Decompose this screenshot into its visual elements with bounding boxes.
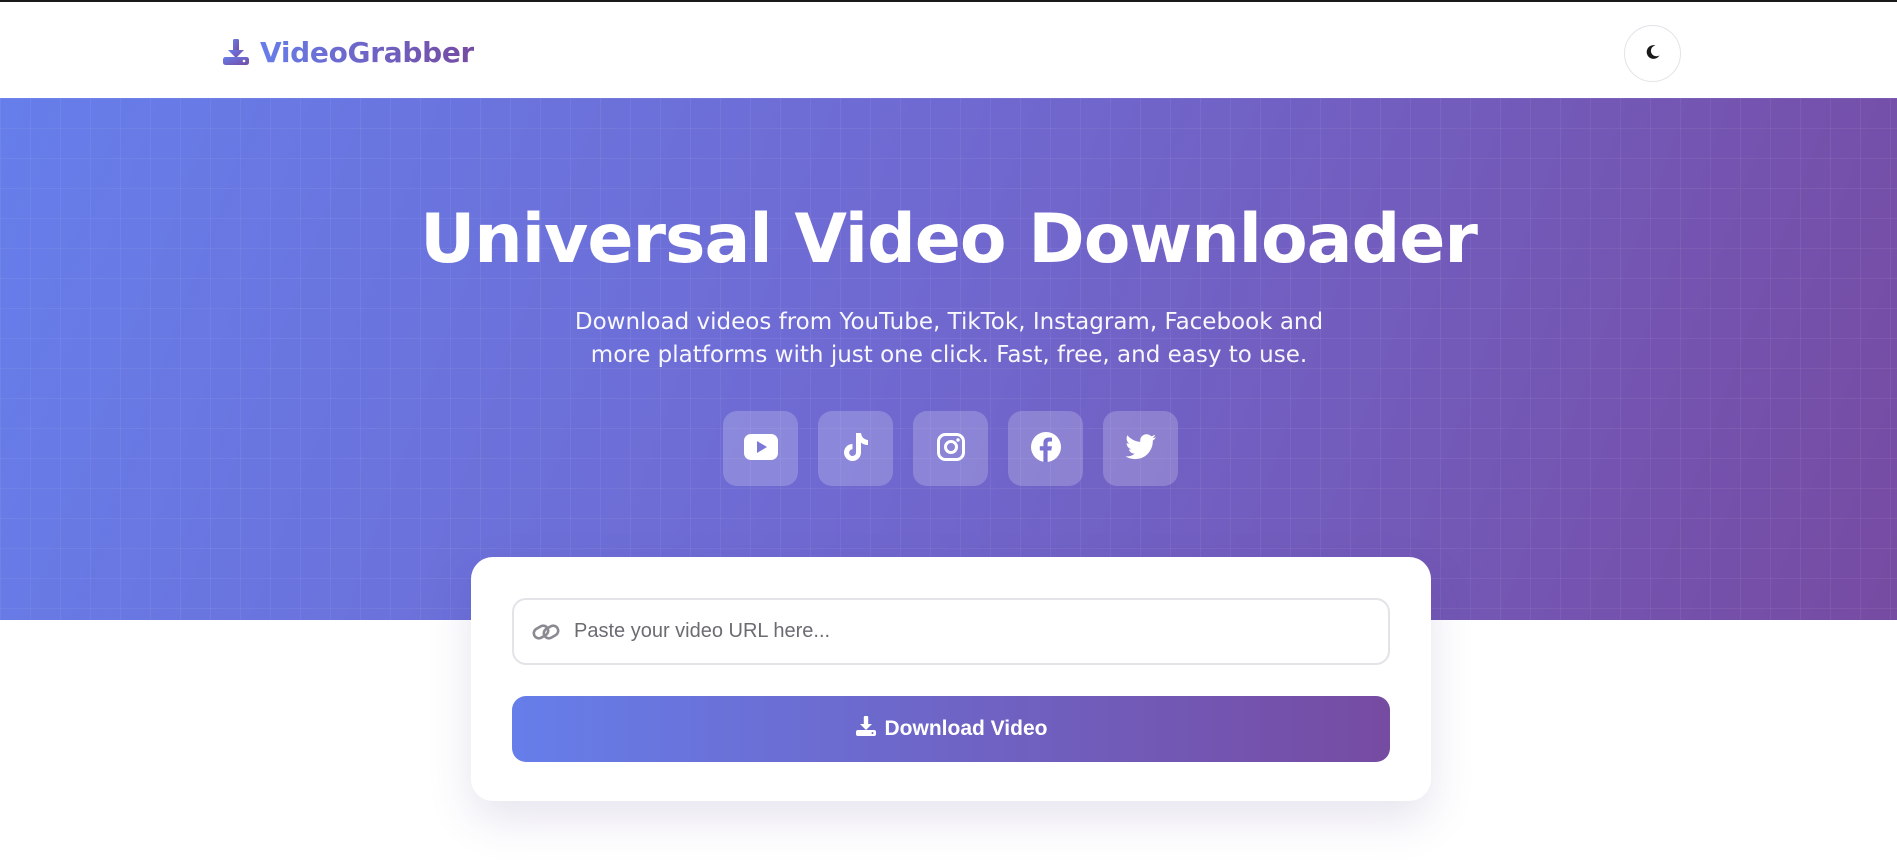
hero-section: Universal Video Downloader Download vide… — [0, 98, 1897, 620]
tiktok-icon — [841, 431, 871, 467]
download-icon — [220, 36, 252, 68]
brand-logo-link[interactable]: VideoGrabber — [220, 32, 474, 72]
platform-tiktok[interactable] — [818, 411, 893, 486]
facebook-icon — [1030, 431, 1062, 467]
moon-icon — [1645, 44, 1661, 63]
platform-facebook[interactable] — [1008, 411, 1083, 486]
hero-subtitle: Download videos from YouTube, TikTok, In… — [574, 309, 1324, 368]
youtube-icon — [743, 433, 778, 464]
hero-title: Universal Video Downloader — [420, 200, 1478, 279]
theme-toggle-button[interactable] — [1624, 25, 1681, 82]
platform-youtube[interactable] — [723, 411, 798, 486]
platform-instagram[interactable] — [913, 411, 988, 486]
url-field — [512, 598, 1390, 665]
navbar: VideoGrabber — [0, 2, 1897, 98]
download-form-card: Download Video — [471, 557, 1431, 801]
url-input[interactable] — [572, 600, 1372, 663]
brand-name: VideoGrabber — [260, 35, 475, 69]
download-button-label: Download Video — [884, 717, 1048, 740]
platform-list — [723, 411, 1178, 486]
link-icon — [532, 618, 560, 646]
twitter-icon — [1124, 433, 1157, 465]
platform-twitter[interactable] — [1103, 411, 1178, 486]
download-icon — [855, 715, 877, 743]
instagram-icon — [936, 432, 966, 466]
download-video-button[interactable]: Download Video — [512, 696, 1390, 762]
